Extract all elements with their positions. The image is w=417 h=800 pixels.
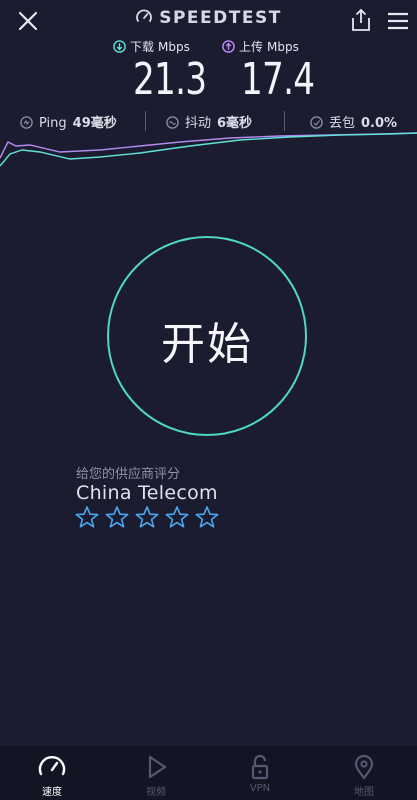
nav-tab-vpn[interactable]: VPN: [208, 746, 312, 800]
download-graph-line: [0, 132, 417, 167]
start-button-label: 开始: [161, 319, 253, 370]
download-unit: Mbps: [158, 40, 190, 54]
rating-star-4-icon[interactable]: [164, 505, 190, 529]
download-header: 下载 Mbps: [113, 38, 190, 55]
rate-provider-prompt: 给您的供应商评分: [76, 467, 181, 482]
rating-star-3-icon[interactable]: [134, 505, 160, 529]
upload-speed-value: 17.4: [241, 54, 315, 105]
upload-graph-line: [0, 132, 417, 159]
nav-tab-speed[interactable]: 速度: [0, 746, 104, 800]
bottom-nav: 速度 视频 VPN 地图: [0, 746, 417, 800]
nav-tab-video[interactable]: 视频: [104, 746, 208, 800]
start-test-button[interactable]: 开始: [107, 236, 307, 436]
download-speed-value: 21.3: [133, 54, 207, 105]
upload-label: 上传: [239, 40, 264, 54]
rating-stars: [74, 505, 224, 529]
hamburger-menu-icon: [388, 12, 408, 30]
nav-label-vpn: VPN: [249, 783, 271, 794]
upload-header: 上传 Mbps: [222, 38, 299, 55]
rating-star-2-icon[interactable]: [104, 505, 130, 529]
rating-star-1-icon[interactable]: [74, 505, 100, 529]
upload-arrow-icon: [222, 40, 235, 53]
share-button[interactable]: [349, 7, 373, 33]
top-bar: SPEEDTEST: [0, 0, 417, 40]
provider-name: China Telecom: [76, 482, 218, 504]
play-icon: [148, 755, 167, 779]
rating-star-5-icon[interactable]: [194, 505, 220, 529]
download-label: 下载: [130, 40, 155, 54]
speed-history-graph: [0, 132, 417, 167]
nav-label-map: 地图: [354, 787, 374, 798]
upload-unit: Mbps: [267, 40, 299, 54]
speedometer-icon: [136, 9, 153, 22]
lock-icon: [251, 754, 269, 780]
nav-label-speed: 速度: [42, 787, 62, 798]
nav-tab-map[interactable]: 地图: [312, 746, 416, 800]
nav-label-video: 视频: [146, 787, 166, 798]
map-pin-icon: [354, 754, 374, 780]
menu-button[interactable]: [386, 11, 410, 31]
brand-text: SPEEDTEST: [159, 8, 282, 28]
speedometer-icon: [38, 756, 66, 776]
download-arrow-icon: [113, 40, 126, 53]
share-icon: [352, 8, 370, 31]
